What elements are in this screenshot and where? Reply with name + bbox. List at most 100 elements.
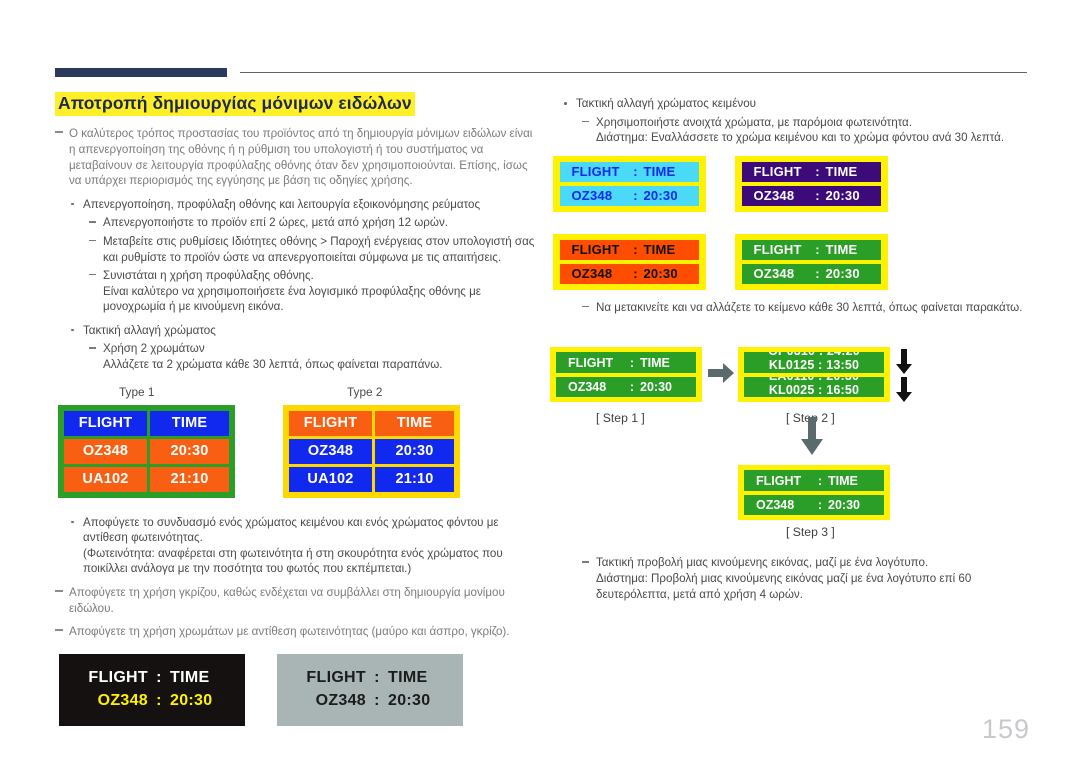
type-labels-row: Type 1 Type 2: [55, 385, 535, 403]
bullet-avoid-contrast-detail: (Φωτεινότητα: αναφέρεται στη φωτεινότητα…: [83, 546, 503, 576]
arrow-down-small-icon-2: [896, 377, 912, 403]
header-accent-bar: [55, 68, 227, 77]
cyan-panel-colon-2: :: [633, 188, 638, 204]
green-panel-flight-label: FLIGHT: [753, 242, 802, 258]
step-2-scroll-bottom: EA0110 : 20:30 KL0025 : 16:50: [744, 376, 884, 398]
dark-board-line-1: FLIGHT : TIME: [76, 669, 228, 687]
t1-row2-time: 21:10: [150, 466, 229, 492]
type-1-label: Type 1: [119, 384, 155, 399]
step-3-label: [ Step 3 ]: [786, 525, 835, 540]
type-2-label: Type 2: [347, 384, 383, 399]
step-1-line-1: FLIGHT : TIME: [556, 352, 696, 373]
arrow-down-small-icon-1: [896, 349, 912, 375]
sub-display-properties: Μεταβείτε στις ρυθμίσεις Ιδιότητες οθόνη…: [55, 234, 535, 265]
green-flight-panel: FLIGHT : TIME OZ348 : 20:30: [735, 233, 888, 290]
orange-panel-colon-1: :: [633, 242, 638, 258]
grey-board-colon-2: :: [374, 692, 380, 710]
dark-board-line-2: OZ348 : 20:30: [76, 692, 228, 710]
step-1-time-value: 20:30: [640, 380, 672, 395]
dark-board-flight-value: OZ348: [97, 692, 148, 710]
grey-board-line-1: FLIGHT : TIME: [294, 669, 446, 687]
arrow-down-icon: [801, 417, 823, 456]
sub-light-colors: Χρησιμοποιήστε ανοιχτά χρώματα, με παρόμ…: [548, 115, 1028, 131]
bullet-text-color-change: Τακτική αλλαγή χρώματος κειμένου: [548, 96, 1028, 112]
header-rule-line: [240, 72, 1027, 73]
green-panel-time-label: TIME: [825, 242, 858, 258]
step-1-flight-label: FLIGHT: [568, 355, 614, 370]
grey-board-flight-label: FLIGHT: [306, 669, 366, 687]
color-panel-grid: FLIGHT : TIME OZ348 : 20:30 FLIGHT : TIM…: [553, 155, 893, 290]
step-1-colon-2: :: [629, 380, 635, 395]
purple-panel-flight-label: FLIGHT: [753, 164, 802, 180]
step-1-time-label: TIME: [640, 355, 670, 370]
sub-move-text: Να μετακινείτε και να αλλάζετε το κείμεν…: [548, 300, 1028, 316]
green-panel-line-2: OZ348 : 20:30: [742, 263, 881, 284]
t1-header-time: TIME: [150, 410, 229, 436]
step-3-time-value: 20:30: [828, 498, 860, 513]
green-panel-line-1: FLIGHT : TIME: [742, 239, 881, 260]
step-1-panel: FLIGHT : TIME OZ348 : 20:30: [550, 347, 702, 403]
purple-panel-time-value: 20:30: [825, 188, 860, 204]
cyan-panel-time-label: TIME: [643, 164, 676, 180]
step-1-flight-value: OZ348: [568, 380, 607, 395]
t2-header-time: TIME: [375, 410, 454, 436]
purple-panel-time-label: TIME: [825, 164, 858, 180]
t2-row1-flight: OZ348: [289, 438, 372, 464]
t1-header-flight: FLIGHT: [64, 410, 147, 436]
cyan-panel-line-2: OZ348 : 20:30: [560, 185, 699, 206]
cyan-panel-line-1: FLIGHT : TIME: [560, 161, 699, 182]
dark-flight-board: FLIGHT : TIME OZ348 : 20:30: [59, 653, 245, 726]
green-panel-time-value: 20:30: [825, 266, 860, 282]
green-panel-flight-value: OZ348: [753, 266, 795, 282]
bullet-power-saving: Απενεργοποίηση, προφύλαξη οθόνης και λει…: [55, 197, 535, 213]
dark-board-colon-2: :: [156, 692, 162, 710]
purple-flight-panel: FLIGHT : TIME OZ348 : 20:30: [735, 155, 888, 212]
purple-panel-line-1: FLIGHT : TIME: [742, 161, 881, 182]
step-3-line-2: OZ348 : 20:30: [744, 494, 884, 516]
flight-tables-comparison: FLIGHT TIME OZ348 20:30 UA102 21:10 FLIG…: [55, 404, 535, 501]
arrow-right-icon: [708, 363, 734, 384]
sub-two-colors: Χρήση 2 χρωμάτων: [55, 341, 535, 357]
orange-panel-time-value: 20:30: [643, 266, 678, 282]
orange-panel-line-1: FLIGHT : TIME: [560, 239, 699, 260]
grey-board-time-value: 20:30: [388, 692, 431, 710]
step-3-colon-1: :: [817, 473, 823, 488]
dash-avoid-contrast-colors: Αποφύγετε τη χρήση χρωμάτων με αντίθεση …: [55, 624, 535, 640]
step-3-line-1: FLIGHT : TIME: [744, 470, 884, 491]
orange-panel-flight-label: FLIGHT: [571, 242, 620, 258]
grey-board-time-label: TIME: [388, 669, 428, 687]
dark-board-time-value: 20:30: [170, 692, 213, 710]
orange-panel-line-2: OZ348 : 20:30: [560, 263, 699, 284]
step-3-flight-value: OZ348: [756, 498, 795, 513]
t1-row1-flight: OZ348: [64, 438, 147, 464]
purple-panel-colon-2: :: [815, 188, 820, 204]
cyan-flight-panel: FLIGHT : TIME OZ348 : 20:30: [553, 155, 706, 212]
t1-row1-time: 20:30: [150, 438, 229, 464]
dash-avoid-grey: Αποφύγετε τη χρήση γκρίζου, καθώς ενδέχε…: [55, 585, 535, 616]
t2-header-flight: FLIGHT: [289, 410, 372, 436]
flight-table-type-1: FLIGHT TIME OZ348 20:30 UA102 21:10: [58, 404, 235, 498]
t1-row2-flight: UA102: [64, 466, 147, 492]
intro-paragraph: Ο καλύτερος τρόπος προστασίας του προϊόν…: [55, 126, 535, 188]
page-number: 159: [981, 714, 1030, 744]
bullet-color-change: Τακτική αλλαγή χρώματος: [55, 323, 535, 339]
step-3-time-label: TIME: [828, 473, 858, 488]
right-column: Τακτική αλλαγή χρώματος κειμένου Χρησιμο…: [548, 96, 1028, 602]
t2-row1-time: 20:30: [375, 438, 454, 464]
step-1-label: [ Step 1 ]: [596, 411, 645, 426]
grey-board-flight-value: OZ348: [315, 692, 366, 710]
purple-panel-flight-value: OZ348: [753, 188, 795, 204]
cyan-panel-flight-value: OZ348: [571, 188, 613, 204]
step-diagram: FLIGHT : TIME OZ348 : 20:30 OP0310 : 24:…: [548, 325, 1028, 555]
purple-panel-line-2: OZ348 : 20:30: [742, 185, 881, 206]
orange-flight-panel: FLIGHT : TIME OZ348 : 20:30: [553, 233, 706, 290]
t2-row2-time: 21:10: [375, 466, 454, 492]
sub-screensaver-recommended: Συνιστάται η χρήση προφύλαξης οθόνης.: [55, 268, 535, 284]
step-3-flight-label: FLIGHT: [756, 473, 802, 488]
left-column: Αποτροπή δημιουργίας μόνιμων ειδώλων Ο κ…: [55, 92, 535, 732]
sub-turn-off-2-hours: Απενεργοποιήστε το προϊόν επί 2 ώρες, με…: [55, 215, 535, 231]
orange-panel-flight-value: OZ348: [571, 266, 613, 282]
step-3-panel: FLIGHT : TIME OZ348 : 20:30: [738, 465, 890, 521]
contrast-boards-row: FLIGHT : TIME OZ348 : 20:30 FLIGHT : TIM…: [55, 653, 535, 732]
orange-panel-time-label: TIME: [643, 242, 676, 258]
